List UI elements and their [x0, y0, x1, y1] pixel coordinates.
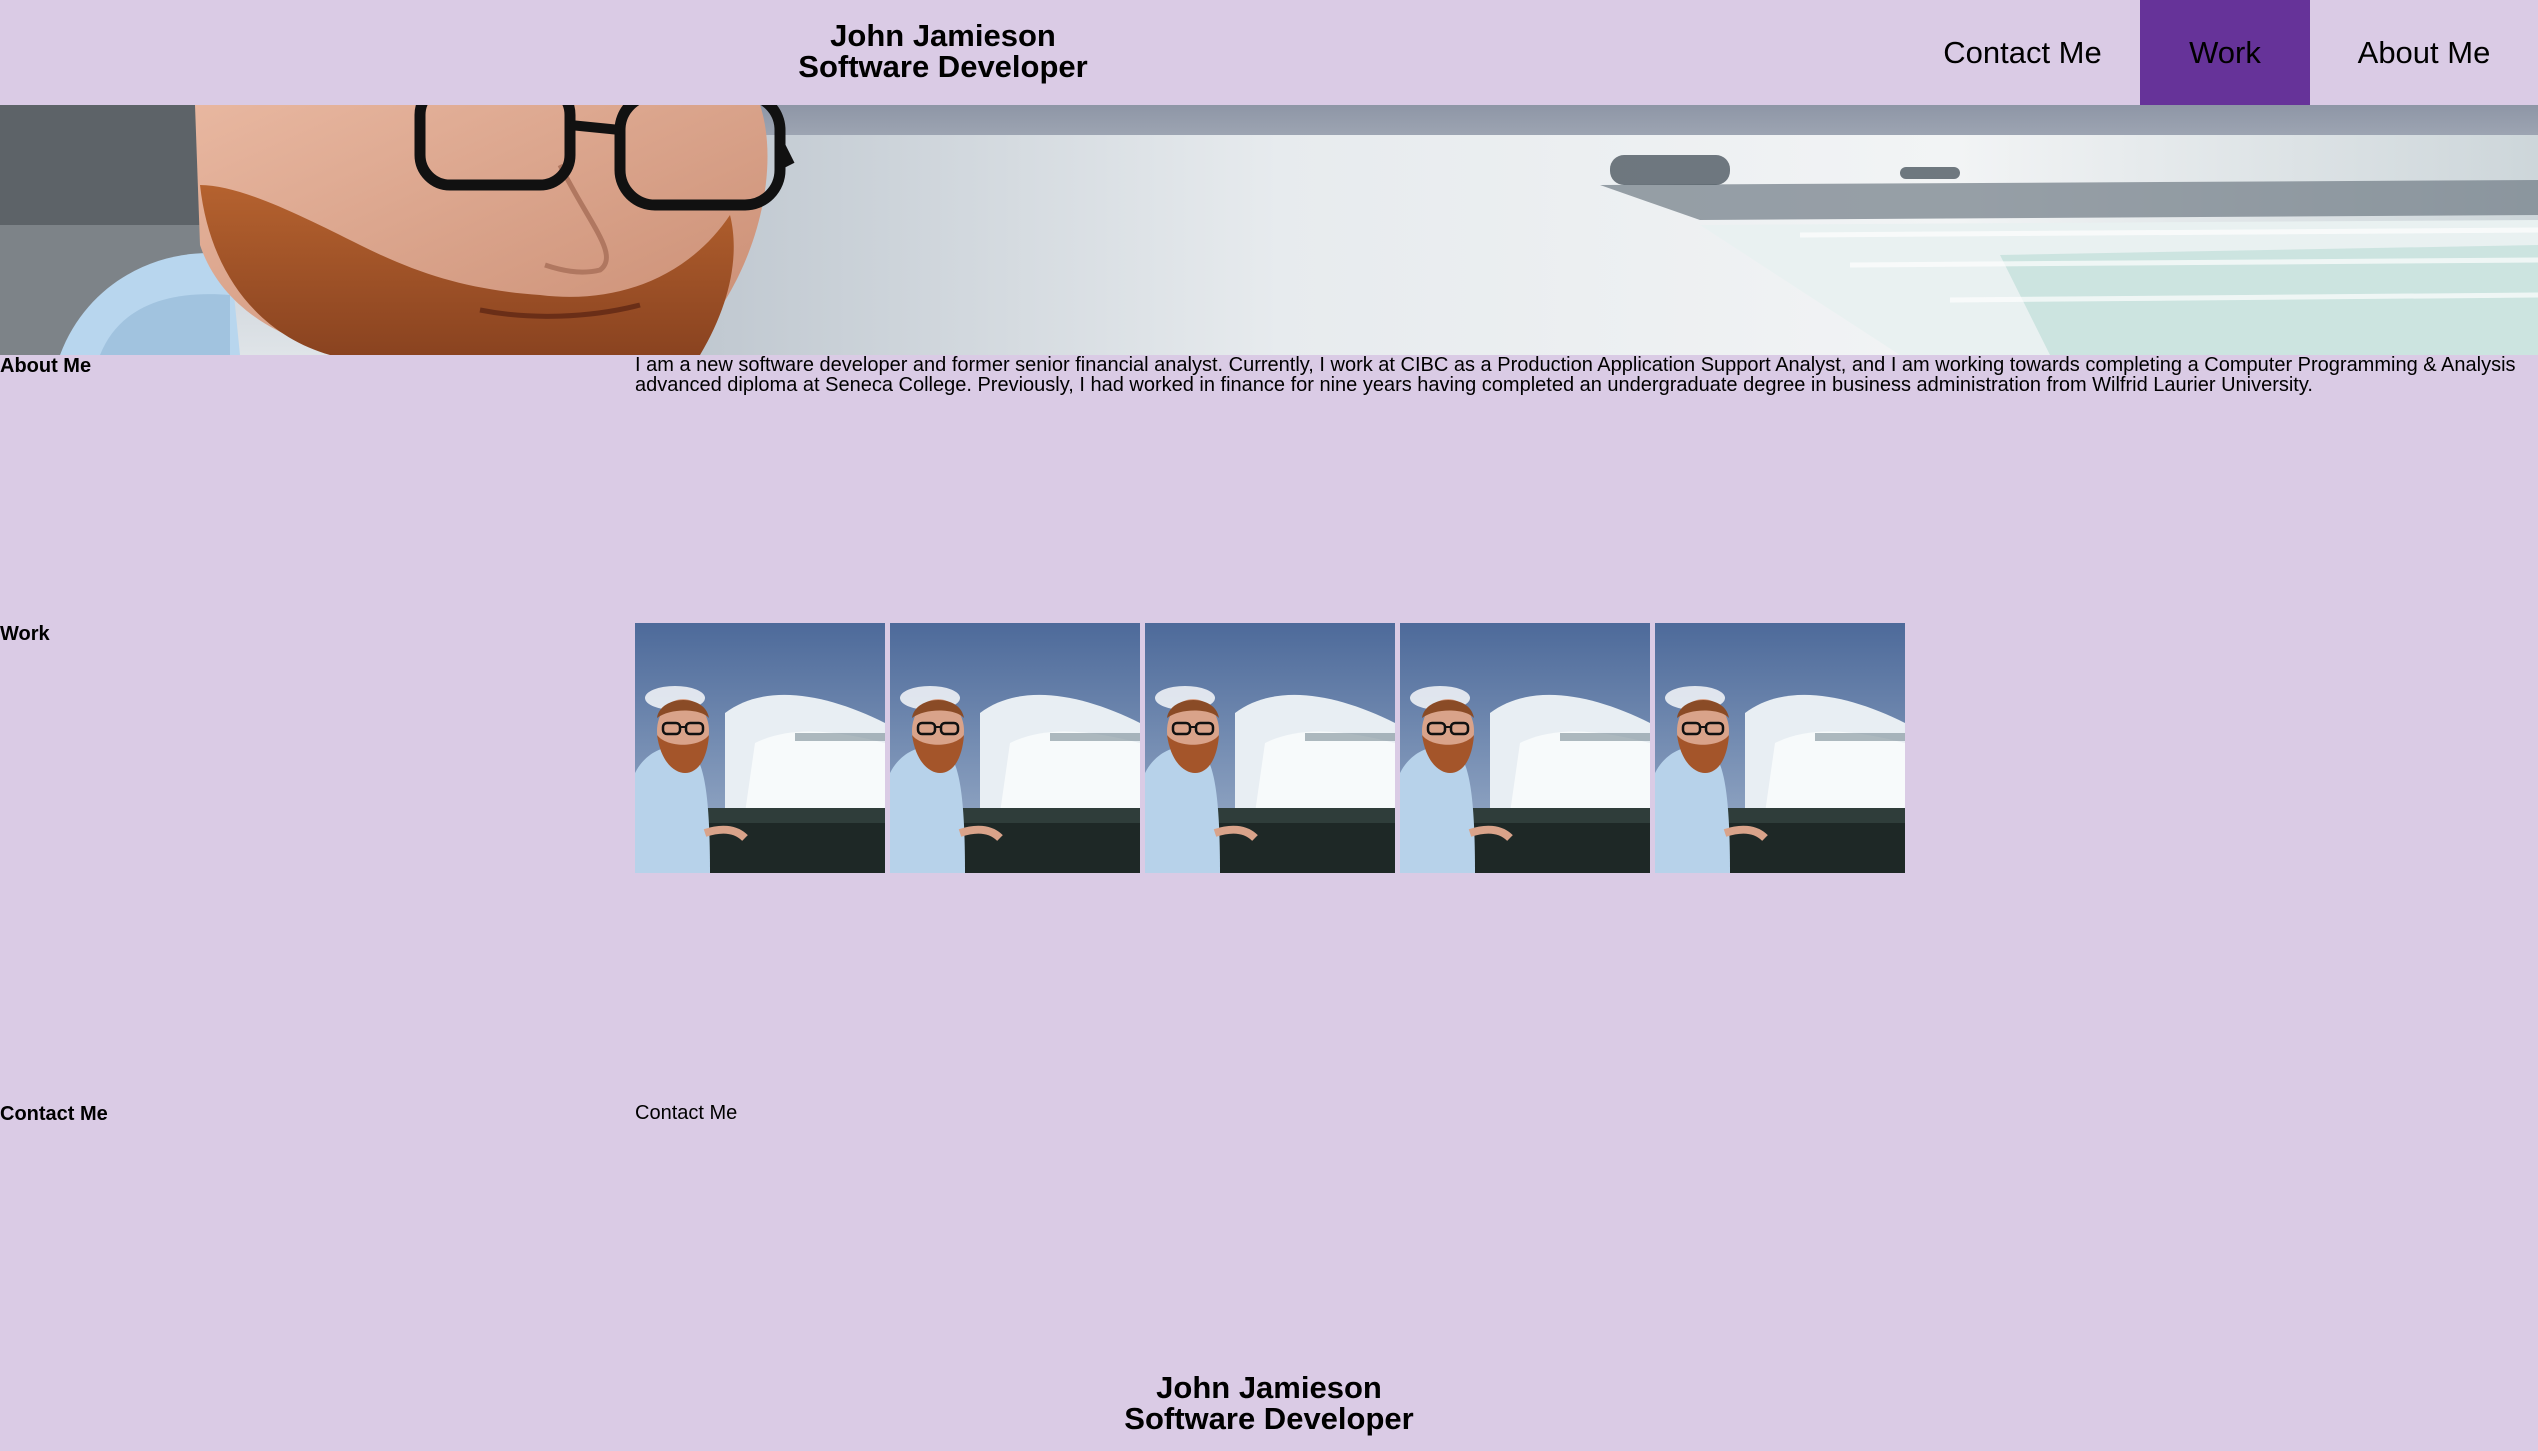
work-thumbnail[interactable]	[1655, 623, 1905, 873]
footer-name: John Jamieson	[1156, 1370, 1382, 1405]
footer-role: Software Developer	[1124, 1401, 1414, 1436]
work-thumbnail[interactable]	[635, 623, 885, 873]
brand-role: Software Developer	[798, 49, 1088, 84]
work-gallery	[635, 623, 1905, 873]
main-nav: Contact Me Work About Me	[1905, 0, 2538, 105]
work-thumbnail[interactable]	[1145, 623, 1395, 873]
portrait-image	[1145, 623, 1395, 873]
hero-banner	[0, 105, 2538, 355]
portrait-image	[635, 623, 885, 873]
contact-me-text: Contact Me	[635, 1102, 738, 1124]
nav-contact-me[interactable]: Contact Me	[1905, 0, 2140, 105]
nav-contact-me-label: Contact Me	[1943, 34, 2102, 70]
site-brand: John Jamieson Software Developer	[743, 20, 1143, 82]
work-heading: Work	[0, 623, 50, 645]
portrait-image	[1655, 623, 1905, 873]
brand-name: John Jamieson	[830, 18, 1056, 53]
portrait-image	[890, 623, 1140, 873]
about-me-text: I am a new software developer and former…	[635, 354, 2516, 396]
work-thumbnail[interactable]	[890, 623, 1140, 873]
about-me-heading: About Me	[0, 355, 92, 377]
hero-banner-image	[0, 105, 2538, 355]
nav-about-me-label: About Me	[2357, 34, 2491, 70]
site-footer: John Jamieson Software Developer	[1069, 1372, 1469, 1434]
nav-work-label: Work	[2189, 34, 2261, 70]
work-thumbnail[interactable]	[1400, 623, 1650, 873]
contact-me-heading: Contact Me	[0, 1103, 108, 1125]
site-header: John Jamieson Software Developer Contact…	[0, 0, 2538, 105]
portrait-image	[1400, 623, 1650, 873]
nav-work[interactable]: Work	[2140, 0, 2310, 105]
nav-about-me[interactable]: About Me	[2310, 0, 2538, 105]
